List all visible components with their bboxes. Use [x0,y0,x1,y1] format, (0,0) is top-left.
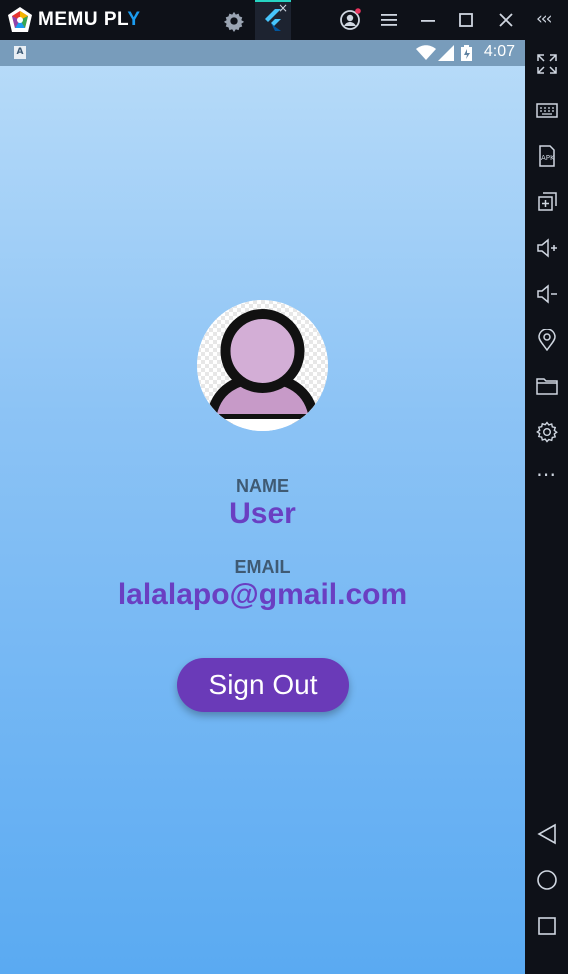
maximize-icon[interactable] [454,8,478,32]
android-screen: A 4:07 NAME User EMAIL lalalapo@gmail.co… [0,40,525,974]
signal-icon [438,45,454,61]
user-avatar-icon [197,300,328,431]
settings-icon[interactable] [536,421,558,443]
minimize-icon[interactable] [416,8,440,32]
status-time: 4:07 [483,43,515,60]
email-value: lalalapo@gmail.com [117,578,408,611]
keyboard-icon[interactable] [536,99,558,121]
folder-icon[interactable] [536,375,558,397]
apk-install-icon[interactable]: APK [536,145,558,167]
memu-brand-title: MEMU PLY [38,9,141,30]
volume-up-icon[interactable] [536,237,558,259]
collapse-sidebar-icon[interactable]: ‹‹‹ [536,9,552,29]
back-icon[interactable] [536,823,558,845]
emulator-sidebar: APK ⋯ [525,40,568,974]
close-icon[interactable] [494,8,518,32]
sign-out-button[interactable]: Sign Out [177,658,349,712]
recent-apps-icon[interactable] [536,915,558,937]
email-label: EMAIL [234,557,291,577]
flutter-app-tab[interactable]: × [255,0,291,40]
notification-a-icon: A [14,46,26,59]
fullscreen-icon[interactable] [536,53,558,75]
volume-down-icon[interactable] [536,283,558,305]
android-status-bar: A 4:07 [0,40,525,66]
name-value: User [229,497,296,530]
wifi-icon [416,45,436,60]
battery-icon [461,45,472,61]
home-icon[interactable] [536,869,558,891]
settings-gear-icon[interactable] [223,10,245,32]
multi-instance-icon[interactable] [536,191,558,213]
emulator-title-bar: MEMU PLY × ‹‹‹ [0,0,568,40]
account-icon[interactable] [338,8,362,32]
svg-text:APK: APK [541,154,555,162]
name-label: NAME [236,476,289,496]
location-icon[interactable] [536,329,558,351]
profile-avatar [197,300,328,431]
more-options-icon[interactable]: ⋯ [536,462,556,486]
tab-close-icon[interactable]: × [278,2,288,14]
memu-logo-icon [8,7,32,32]
menu-icon[interactable] [377,8,401,32]
